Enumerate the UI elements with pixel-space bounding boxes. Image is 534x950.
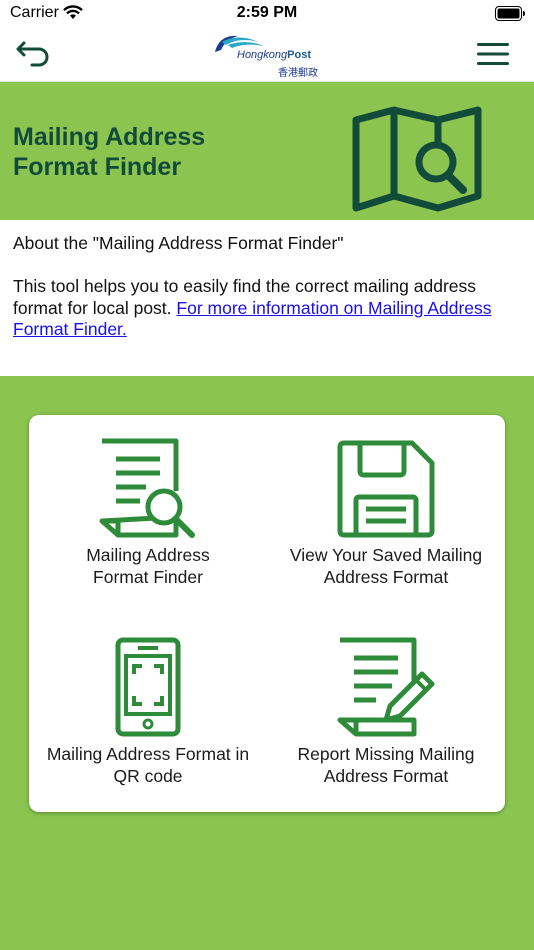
tile-label-line1: Mailing Address Format in [46, 744, 250, 764]
map-search-icon [352, 106, 482, 212]
tile-label-line1: Mailing Address [86, 545, 210, 565]
tile-qr-code[interactable]: Mailing Address Format in QR code [29, 614, 267, 812]
tile-label: Mailing Address Format Finder [29, 545, 267, 588]
status-bar: Carrier 2:59 PM [0, 0, 534, 28]
hamburger-menu-icon [477, 43, 509, 65]
tile-view-saved[interactable]: View Your Saved Mailing Address Format [267, 415, 505, 613]
tile-label-line1: Report Missing Mailing [297, 744, 475, 764]
about-section: About the "Mailing Address Format Finder… [0, 220, 534, 376]
tile-format-finder[interactable]: Mailing Address Format Finder [29, 415, 267, 613]
page-title-line1: Mailing Address [13, 123, 206, 151]
nav-bar: HongkongPost 香港郵政 [0, 28, 534, 82]
tile-label: Report Missing Mailing Address Format [267, 744, 505, 787]
hongkong-post-logo: HongkongPost 香港郵政 [212, 32, 324, 79]
phone-scan-icon [115, 637, 181, 737]
tile-label: Mailing Address Format in QR code [29, 744, 267, 787]
menu-button[interactable] [476, 41, 510, 67]
tile-report-missing[interactable]: Report Missing Mailing Address Format [267, 614, 505, 812]
tile-label-line2: Address Format [323, 765, 449, 786]
page-title: Mailing Address Format Finder [13, 122, 243, 182]
status-time: 2:59 PM [236, 4, 298, 21]
tile-label-line1: View Your Saved Mailing [289, 545, 483, 565]
logo-english: Hongkong [237, 49, 288, 61]
about-heading: About the "Mailing Address Format Finder… [13, 233, 344, 253]
logo-chinese: 香港郵政 [278, 68, 318, 79]
tile-label-line2: Address Format [323, 566, 449, 587]
content-area: Mailing Address Format Finder View Your … [0, 376, 534, 950]
back-arrow-icon [16, 41, 49, 67]
hero-banner: Mailing Address Format Finder [0, 82, 534, 220]
tile-label-line2: Format Finder [93, 566, 203, 587]
about-body: This tool helps you to easily find the c… [13, 276, 521, 341]
page-title-line2: Format Finder [13, 153, 182, 181]
save-disk-icon [337, 440, 435, 538]
logo-english-bold: Post [287, 49, 311, 61]
tile-label: View Your Saved Mailing Address Format [267, 545, 505, 588]
menu-card: Mailing Address Format Finder View Your … [29, 415, 505, 812]
battery-icon [495, 6, 525, 21]
document-edit-icon [337, 637, 435, 737]
back-button[interactable] [12, 38, 52, 70]
document-search-icon [99, 438, 195, 538]
tile-label-line2: QR code [113, 765, 183, 786]
